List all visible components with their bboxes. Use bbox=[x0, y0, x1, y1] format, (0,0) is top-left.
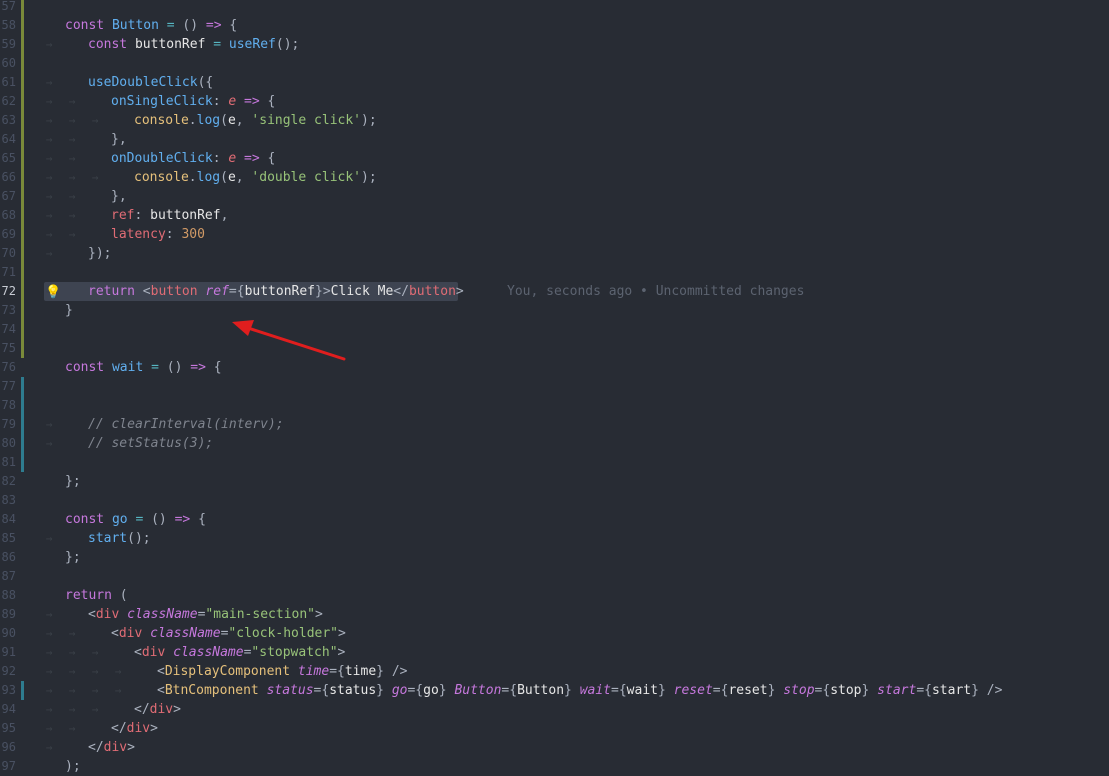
red-arrow-annotation bbox=[232, 320, 346, 361]
